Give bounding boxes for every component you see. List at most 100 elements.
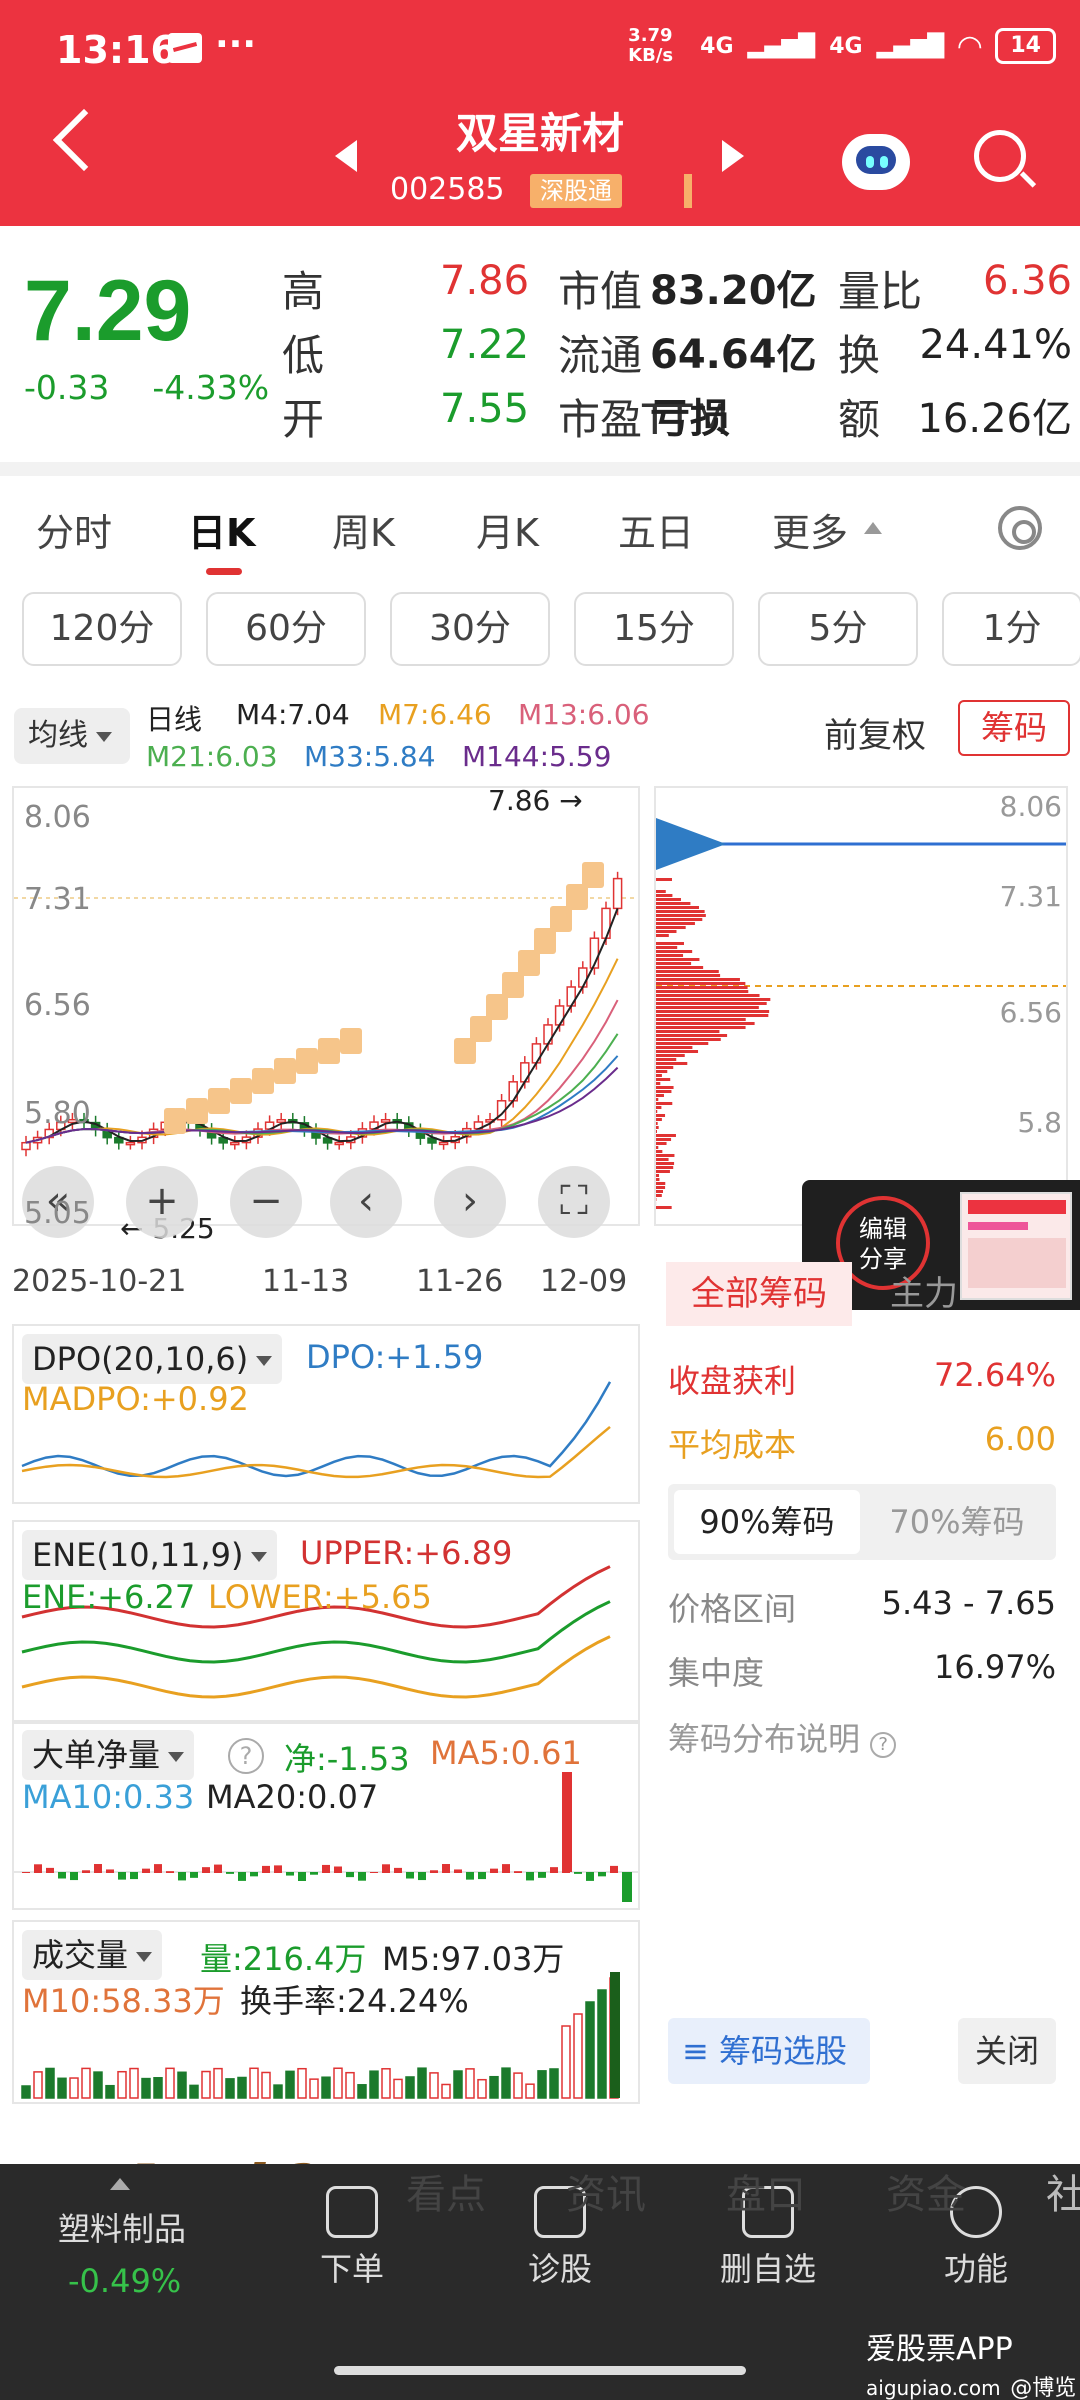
volume-bar [550, 2069, 558, 2098]
chip-bar [656, 1106, 661, 1109]
ai-robot-icon[interactable] [842, 134, 910, 190]
big-order-bar [130, 1872, 138, 1879]
date-label: 12-09 [540, 1264, 627, 1299]
chips-y-label: 5.8 [1017, 1106, 1062, 1139]
chips-button[interactable]: 筹码 [958, 700, 1070, 756]
home-indicator[interactable] [334, 2366, 746, 2375]
tab-0[interactable]: 分时 [36, 502, 112, 557]
tab-90-chips[interactable]: 90%筹码 [674, 1490, 860, 1554]
chip-bar [656, 922, 695, 925]
volume-bar [382, 2069, 390, 2098]
tab-4[interactable]: 五日 [618, 502, 694, 557]
volume-bar [370, 2071, 378, 2098]
stat2-value: 24.41% [919, 322, 1072, 368]
chips-y-label: 7.31 [1000, 880, 1062, 913]
signal-b-label: 4G [829, 34, 862, 59]
candle [579, 968, 587, 987]
tab-70-chips[interactable]: 70%筹码 [864, 1490, 1050, 1554]
volume-bar [358, 2085, 366, 2098]
ene-select[interactable]: ENE(10,11,9) [22, 1530, 277, 1580]
chip-bar [656, 1166, 673, 1169]
ma-select-label: 均线 [28, 718, 88, 753]
chip-bar [656, 1038, 721, 1041]
list-icon: ≡ [682, 2032, 709, 2070]
volume-select[interactable]: 成交量 [22, 1930, 162, 1980]
period-button[interactable]: 60分 [206, 592, 366, 666]
big-order-bar [370, 1872, 378, 1873]
nav-order[interactable]: 下单 [292, 2186, 412, 2290]
big-order-bar [58, 1872, 66, 1879]
change-pct: -4.33% [152, 368, 269, 407]
chips-explain-text: 筹码分布说明 [668, 1720, 860, 1758]
bottom-tab[interactable]: 资讯 [566, 2162, 646, 2220]
scroll-right-button[interactable]: › [434, 1166, 506, 1238]
app-notification-icon [168, 33, 202, 63]
tab-all-chips[interactable]: 全部筹码 [666, 1262, 852, 1326]
volume-bar [586, 2002, 594, 2098]
big-order-bar [526, 1872, 534, 1880]
big-order-bar [166, 1871, 174, 1873]
kline-y-label: 6.56 [24, 988, 91, 1023]
signal-a-label: 4G [700, 34, 733, 59]
big-order-bar [190, 1872, 198, 1878]
zoom-in-button[interactable]: + [126, 1166, 198, 1238]
chart-settings-icon[interactable] [998, 506, 1042, 550]
prev-stock-icon[interactable] [335, 140, 357, 172]
big-order-select[interactable]: 大单净量 [22, 1730, 194, 1780]
chip-bar [656, 1058, 676, 1061]
chip-bar [656, 930, 676, 933]
big-order-bar [274, 1865, 282, 1873]
volume-bar [514, 2073, 522, 2098]
net-speed: 3.79 KB/s [628, 26, 686, 66]
kline-chart[interactable] [12, 786, 640, 1226]
chip-bar [656, 1126, 659, 1129]
dpo-select[interactable]: DPO(20,10,6) [22, 1334, 282, 1384]
chips-select-button[interactable]: ≡ 筹码选股 [668, 2018, 870, 2084]
screenshot-thumbnail[interactable] [960, 1192, 1072, 1300]
period-button[interactable]: 30分 [390, 592, 550, 666]
close-chips-button[interactable]: 关闭 [958, 2018, 1056, 2084]
stock-name: 双星新材 [0, 100, 1080, 161]
expand-up-icon[interactable] [110, 2178, 130, 2190]
big-order-ma5: MA5:0.61 [430, 1734, 582, 1772]
signal-badge [208, 1088, 230, 1114]
bottom-tab[interactable]: 看点 [406, 2162, 486, 2220]
big-order-bar [286, 1872, 294, 1876]
chip-bar [656, 1070, 667, 1073]
help-icon[interactable]: ? [228, 1738, 264, 1774]
big-order-bar [538, 1872, 546, 1878]
chips-explain-link[interactable]: 筹码分布说明 ? [668, 1714, 896, 1760]
tab-5[interactable]: 更多 [772, 502, 848, 557]
zoom-out-button[interactable]: − [230, 1166, 302, 1238]
cost-value: 6.00 [985, 1420, 1056, 1458]
tab-2[interactable]: 周K [332, 502, 395, 557]
chip-bar [656, 914, 706, 917]
quote-label: 开 [282, 386, 324, 447]
period-button[interactable]: 1分 [942, 592, 1080, 666]
big-order-bar [478, 1872, 486, 1879]
sector-name[interactable]: 塑料制品 [58, 2204, 186, 2250]
tab-1[interactable]: 日K [188, 502, 255, 557]
adjust-label[interactable]: 前复权 [824, 708, 926, 757]
period-button[interactable]: 15分 [574, 592, 734, 666]
period-button[interactable]: 120分 [22, 592, 182, 666]
big-order-bar [382, 1864, 390, 1873]
big-order-bar [226, 1872, 234, 1874]
ma-select[interactable]: 均线 [14, 708, 130, 764]
tab-3[interactable]: 月K [476, 502, 539, 557]
stat2-value: 16.26亿 [917, 386, 1072, 444]
ene-select-label: ENE(10,11,9) [32, 1536, 243, 1574]
search-icon[interactable] [974, 130, 1026, 182]
scroll-left-button[interactable]: ‹ [330, 1166, 402, 1238]
period-button[interactable]: 5分 [758, 592, 918, 666]
big-order-select-label: 大单净量 [32, 1736, 160, 1774]
big-order-bar [610, 1866, 618, 1873]
tab-main-force[interactable]: 主力 [890, 1262, 958, 1326]
fullscreen-button[interactable]: ⛶ [538, 1166, 610, 1238]
bottom-tab[interactable]: 盘口 [726, 2162, 806, 2220]
candle [335, 1142, 343, 1144]
bottom-tab[interactable]: 资金 [886, 2162, 966, 2220]
next-stock-icon[interactable] [722, 140, 744, 172]
bottom-tab[interactable]: 社 [1046, 2162, 1080, 2220]
volume-bar [142, 2079, 150, 2098]
